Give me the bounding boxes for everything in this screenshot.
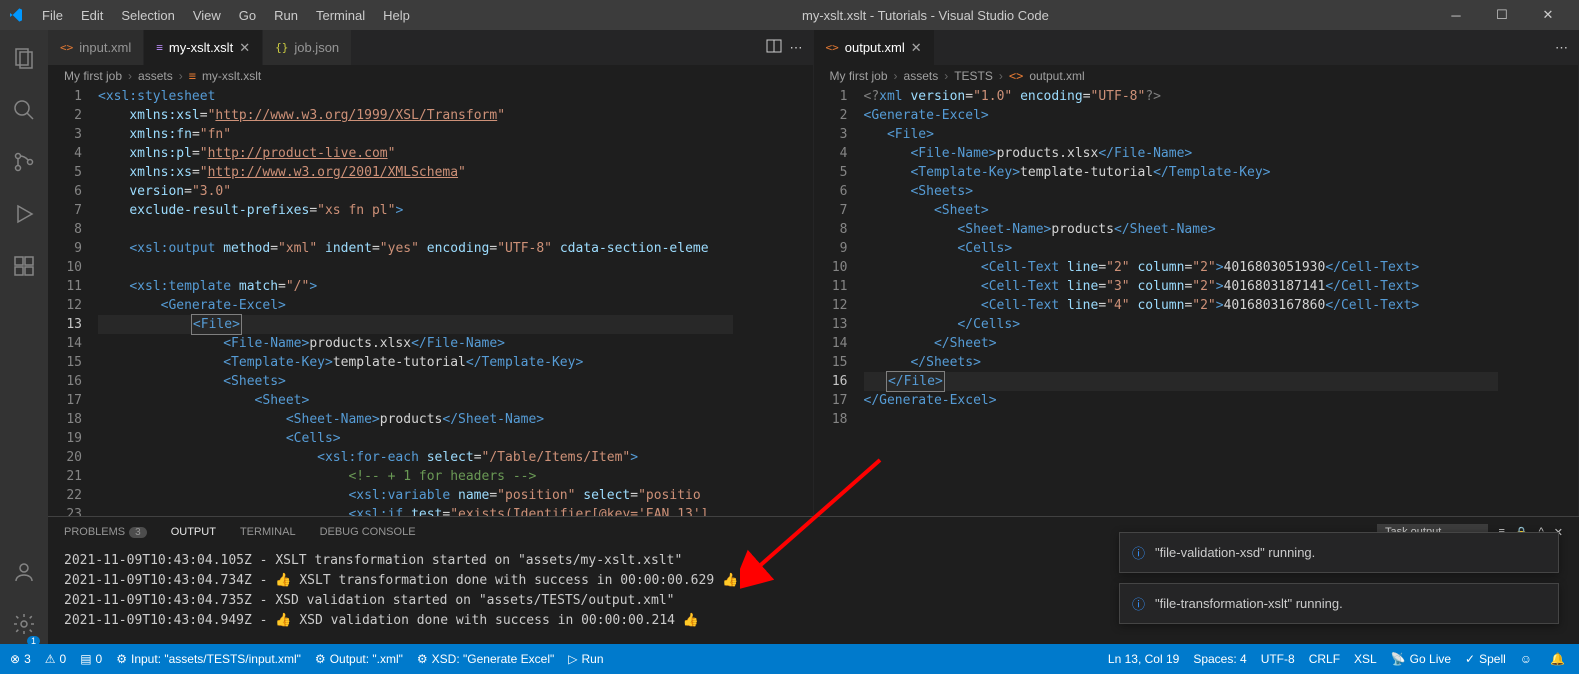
- statusbar-item[interactable]: ⚠0: [45, 652, 66, 666]
- breadcrumb-right[interactable]: My first job›assets›TESTS›<>output.xml: [814, 65, 1579, 87]
- check-icon: ✓: [1465, 652, 1475, 666]
- feedback-icon: ☺: [1520, 652, 1532, 666]
- tab-my-xslt-xslt[interactable]: ≡ my-xslt.xslt ✕: [144, 30, 263, 65]
- notification-text: "file-transformation-xslt" running.: [1155, 596, 1343, 611]
- statusbar-item[interactable]: 📡Go Live: [1391, 652, 1451, 666]
- warn-icon: ⚠: [45, 652, 56, 666]
- bell-icon: 🔔: [1550, 652, 1565, 666]
- menu-edit[interactable]: Edit: [73, 4, 111, 27]
- notifications-area: ⓘ "file-validation-xsd" running. ⓘ "file-tr…: [1119, 532, 1559, 624]
- breadcrumb-segment[interactable]: TESTS: [954, 69, 993, 83]
- statusbar-item[interactable]: XSL: [1354, 652, 1377, 666]
- close-button[interactable]: ✕: [1525, 0, 1571, 30]
- statusbar-item[interactable]: Spaces: 4: [1193, 652, 1246, 666]
- breadcrumb-segment[interactable]: My first job: [830, 69, 888, 83]
- editor-group-left: <> input.xml ≡ my-xslt.xslt ✕ {} job.json ⋯ My…: [48, 30, 814, 516]
- info-icon: ⓘ: [1132, 543, 1145, 562]
- more-actions-icon[interactable]: ⋯: [1555, 40, 1568, 56]
- notification-text: "file-validation-xsd" running.: [1155, 545, 1315, 560]
- info-icon: ⓘ: [1132, 594, 1145, 613]
- minimap-right[interactable]: [1498, 87, 1578, 516]
- tab-label: input.xml: [79, 40, 131, 55]
- breadcrumb-left[interactable]: My first job›assets›≡my-xslt.xslt: [48, 65, 813, 87]
- accounts-icon[interactable]: [0, 552, 48, 592]
- activity-bar: 1: [0, 30, 48, 644]
- menu-terminal[interactable]: Terminal: [308, 4, 373, 27]
- xml-file-icon: <>: [60, 41, 73, 54]
- minimize-button[interactable]: ─: [1433, 0, 1479, 30]
- menu-run[interactable]: Run: [266, 4, 306, 27]
- statusbar-item[interactable]: ✓Spell: [1465, 652, 1506, 666]
- panel-tab-output[interactable]: OUTPUT: [171, 526, 216, 538]
- xml-file-icon: <>: [826, 41, 839, 54]
- code-editor-left[interactable]: <xsl:stylesheet xmlns:xsl="http://www.w3…: [98, 87, 733, 516]
- tabs-left: <> input.xml ≡ my-xslt.xslt ✕ {} job.json ⋯: [48, 30, 813, 65]
- problems-count: 3: [129, 527, 147, 538]
- maximize-button[interactable]: ☐: [1479, 0, 1525, 30]
- menu-view[interactable]: View: [185, 4, 229, 27]
- breadcrumb-segment[interactable]: output.xml: [1029, 69, 1084, 83]
- run-debug-icon[interactable]: [0, 194, 48, 234]
- file-icon: ≡: [189, 69, 196, 83]
- tab-job-json[interactable]: {} job.json: [263, 30, 352, 65]
- close-tab-icon[interactable]: ✕: [239, 40, 250, 56]
- settings-icon: ⚙: [116, 652, 127, 666]
- notification-toast[interactable]: ⓘ "file-validation-xsd" running.: [1119, 532, 1559, 573]
- file-icon: ▤: [80, 652, 91, 666]
- breadcrumb-segment[interactable]: assets: [904, 69, 939, 83]
- statusbar-item[interactable]: ☺: [1520, 652, 1536, 666]
- menu-help[interactable]: Help: [375, 4, 418, 27]
- play-icon: ▷: [568, 652, 577, 666]
- statusbar-item[interactable]: Ln 13, Col 19: [1108, 652, 1179, 666]
- statusbar: ⊗3 ⚠0 ▤0 ⚙Input: "assets/TESTS/input.xml" ⚙O…: [0, 644, 1579, 674]
- settings-icon: ⚙: [417, 652, 428, 666]
- tab-output-xml[interactable]: <> output.xml ✕: [814, 30, 935, 65]
- settings-icon: ⚙: [315, 652, 326, 666]
- statusbar-item[interactable]: ⚙Output: ".xml": [315, 652, 403, 666]
- statusbar-item[interactable]: ⚙Input: "assets/TESTS/input.xml": [116, 652, 301, 666]
- tab-input-xml[interactable]: <> input.xml: [48, 30, 144, 65]
- titlebar: FileEditSelectionViewGoRunTerminalHelp m…: [0, 0, 1579, 30]
- close-tab-icon[interactable]: ✕: [911, 40, 922, 56]
- error-icon: ⊗: [10, 652, 20, 666]
- statusbar-item[interactable]: ▷Run: [568, 652, 603, 666]
- statusbar-item[interactable]: ⚙XSD: "Generate Excel": [417, 652, 554, 666]
- vscode-logo-icon: [8, 7, 24, 23]
- menu-selection[interactable]: Selection: [113, 4, 182, 27]
- extensions-icon[interactable]: [0, 246, 48, 286]
- statusbar-item[interactable]: CRLF: [1309, 652, 1340, 666]
- menubar: FileEditSelectionViewGoRunTerminalHelp: [34, 4, 418, 27]
- tabs-right: <> output.xml ✕ ⋯: [814, 30, 1579, 65]
- source-control-icon[interactable]: [0, 142, 48, 182]
- explorer-icon[interactable]: [0, 38, 48, 78]
- minimap-left[interactable]: [733, 87, 813, 516]
- window-title: my-xslt.xslt - Tutorials - Visual Studio…: [418, 8, 1433, 23]
- editor-group-right: <>output.xml✕ ⋯ My first job›assets›TEST…: [814, 30, 1579, 516]
- broadcast-icon: 📡: [1391, 652, 1406, 666]
- split-editor-icon[interactable]: [766, 38, 782, 57]
- tab-label: output.xml: [845, 40, 905, 55]
- search-icon[interactable]: [0, 90, 48, 130]
- tab-label: my-xslt.xslt: [169, 40, 233, 55]
- panel-tab-terminal[interactable]: TERMINAL: [240, 526, 296, 538]
- xslt-file-icon: ≡: [156, 41, 163, 54]
- code-editor-right[interactable]: <?xml version="1.0" encoding="UTF-8"?><G…: [864, 87, 1499, 516]
- notification-toast[interactable]: ⓘ "file-transformation-xslt" running.: [1119, 583, 1559, 624]
- statusbar-item[interactable]: ▤0: [80, 652, 102, 666]
- breadcrumb-segment[interactable]: My first job: [64, 69, 122, 83]
- json-file-icon: {}: [275, 41, 288, 54]
- menu-file[interactable]: File: [34, 4, 71, 27]
- file-icon: <>: [1009, 69, 1023, 83]
- settings-gear-icon[interactable]: 1: [0, 604, 48, 644]
- menu-go[interactable]: Go: [231, 4, 264, 27]
- tab-label: job.json: [294, 40, 339, 55]
- breadcrumb-segment[interactable]: my-xslt.xslt: [202, 69, 261, 83]
- statusbar-item[interactable]: ⊗3: [10, 652, 31, 666]
- statusbar-item[interactable]: UTF-8: [1261, 652, 1295, 666]
- breadcrumb-segment[interactable]: assets: [138, 69, 173, 83]
- panel-tab-debug-console[interactable]: DEBUG CONSOLE: [320, 526, 416, 538]
- statusbar-item[interactable]: 🔔: [1550, 652, 1569, 666]
- panel-tab-problems[interactable]: PROBLEMS3: [64, 526, 147, 538]
- more-actions-icon[interactable]: ⋯: [790, 40, 803, 56]
